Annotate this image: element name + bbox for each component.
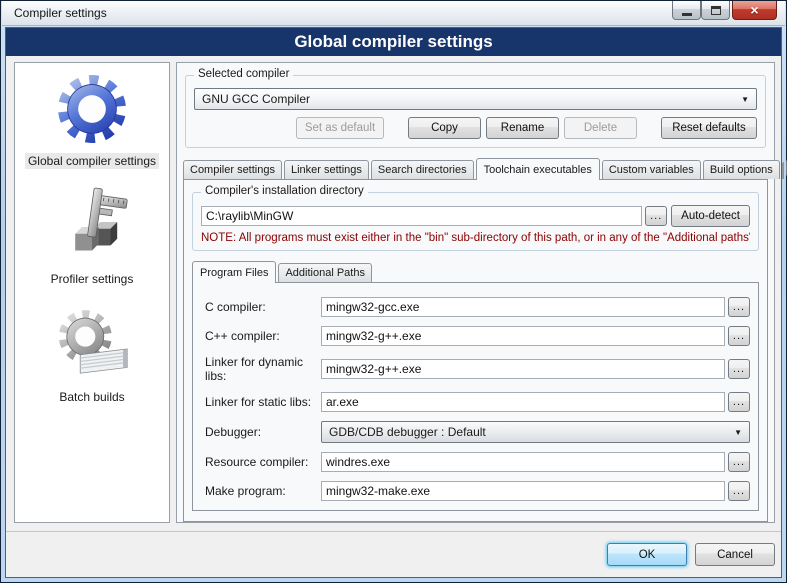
titlebar[interactable]: Compiler settings × [2, 1, 785, 26]
sidebar-item-batch-builds[interactable]: Batch builds [50, 303, 134, 405]
program-files-tabstrip: Program Files Additional Paths [192, 261, 759, 282]
set-as-default-button: Set as default [296, 117, 384, 139]
field-row-dynamic-linker: Linker for dynamic libs: ... [201, 355, 750, 383]
field-label: Debugger: [201, 425, 321, 439]
group-legend: Selected compiler [194, 68, 293, 80]
field-row-cpp-compiler: C++ compiler: ... [201, 326, 750, 346]
debugger-dropdown[interactable]: GDB/CDB debugger : Default ▼ [321, 421, 750, 443]
gear-blue-icon [50, 67, 134, 151]
caliper-icon [50, 185, 134, 269]
ok-button[interactable]: OK [607, 543, 687, 566]
field-row-c-compiler: C compiler: ... [201, 297, 750, 317]
c-compiler-input[interactable] [321, 297, 725, 317]
settings-category-list: Global compiler settings [14, 62, 170, 523]
sidebar-item-label: Profiler settings [48, 271, 137, 287]
gear-batch-icon [50, 303, 134, 387]
chevron-down-icon: ▼ [734, 428, 742, 437]
compiler-buttons-row: Set as default Copy Rename Delete Reset … [194, 117, 757, 139]
rename-button[interactable]: Rename [486, 117, 559, 139]
auto-detect-button[interactable]: Auto-detect [671, 205, 750, 227]
cancel-button[interactable]: Cancel [695, 543, 775, 566]
browse-directory-button[interactable]: ... [645, 206, 667, 226]
compiler-settings-dialog: Compiler settings × Global compiler sett… [0, 0, 787, 583]
field-row-debugger: Debugger: GDB/CDB debugger : Default ▼ [201, 421, 750, 443]
toolchain-executables-page: Compiler's installation directory ... Au… [183, 179, 768, 522]
field-label: C++ compiler: [201, 329, 321, 343]
installation-directory-group: Compiler's installation directory ... Au… [192, 192, 759, 251]
selected-compiler-value: GNU GCC Compiler [202, 92, 310, 106]
selected-compiler-dropdown[interactable]: GNU GCC Compiler ▼ [194, 88, 757, 110]
group-legend: Compiler's installation directory [201, 185, 368, 197]
chevron-down-icon: ▼ [741, 95, 749, 104]
field-label: Linker for static libs: [201, 395, 321, 409]
make-program-input[interactable] [321, 481, 725, 501]
browse-cpp-compiler-button[interactable]: ... [728, 326, 750, 346]
sidebar-item-profiler-settings[interactable]: Profiler settings [48, 185, 137, 287]
static-linker-input[interactable] [321, 392, 725, 412]
bin-subdirectory-note: NOTE: All programs must exist either in … [201, 232, 750, 244]
tab-build-options[interactable]: Build options [703, 160, 780, 179]
browse-static-linker-button[interactable]: ... [728, 392, 750, 412]
field-row-make-program: Make program: ... [201, 481, 750, 501]
resource-compiler-input[interactable] [321, 452, 725, 472]
maximize-button[interactable] [701, 1, 730, 20]
browse-make-program-button[interactable]: ... [728, 481, 750, 501]
dialog-footer: OK Cancel [6, 531, 781, 577]
cpp-compiler-input[interactable] [321, 326, 725, 346]
compiler-settings-panel: Selected compiler GNU GCC Compiler ▼ Set… [176, 62, 775, 523]
tab-toolchain-executables[interactable]: Toolchain executables [476, 158, 600, 180]
sidebar-item-label: Batch builds [56, 389, 127, 405]
program-files-panel: C compiler: ... C++ compiler: ... Linker… [192, 282, 759, 511]
field-label: Linker for dynamic libs: [201, 355, 321, 383]
dialog-client-area: Global compiler settings [5, 27, 782, 578]
minimize-icon [682, 13, 692, 16]
page-title: Global compiler settings [6, 28, 781, 56]
settings-tabstrip: Compiler settings Linker settings Search… [183, 158, 768, 179]
browse-resource-compiler-button[interactable]: ... [728, 452, 750, 472]
maximize-icon [711, 6, 721, 15]
tab-overflow-sliver [782, 162, 784, 179]
copy-button[interactable]: Copy [408, 117, 481, 139]
field-label: C compiler: [201, 300, 321, 314]
tab-search-directories[interactable]: Search directories [371, 160, 474, 179]
sidebar-item-label: Global compiler settings [25, 153, 159, 169]
browse-dynamic-linker-button[interactable]: ... [728, 359, 750, 379]
window-controls: × [672, 1, 777, 20]
close-icon: × [750, 2, 758, 18]
tab-program-files[interactable]: Program Files [192, 261, 276, 283]
delete-button: Delete [564, 117, 637, 139]
reset-defaults-button[interactable]: Reset defaults [661, 117, 757, 139]
debugger-value: GDB/CDB debugger : Default [329, 425, 486, 439]
field-label: Make program: [201, 484, 321, 498]
minimize-button[interactable] [672, 1, 701, 20]
installation-directory-input[interactable] [201, 206, 642, 226]
window-title: Compiler settings [14, 6, 107, 20]
field-row-static-linker: Linker for static libs: ... [201, 392, 750, 412]
sidebar-item-global-compiler-settings[interactable]: Global compiler settings [25, 67, 159, 169]
tab-custom-variables[interactable]: Custom variables [602, 160, 701, 179]
installation-directory-row: ... Auto-detect [201, 205, 750, 227]
field-label: Resource compiler: [201, 455, 321, 469]
selected-compiler-group: Selected compiler GNU GCC Compiler ▼ Set… [185, 75, 766, 148]
close-button[interactable]: × [732, 1, 777, 20]
browse-c-compiler-button[interactable]: ... [728, 297, 750, 317]
tab-additional-paths[interactable]: Additional Paths [278, 263, 372, 282]
main-region: Global compiler settings [6, 56, 781, 531]
tab-linker-settings[interactable]: Linker settings [284, 160, 369, 179]
tab-compiler-settings[interactable]: Compiler settings [183, 160, 282, 179]
dynamic-linker-input[interactable] [321, 359, 725, 379]
field-row-resource-compiler: Resource compiler: ... [201, 452, 750, 472]
